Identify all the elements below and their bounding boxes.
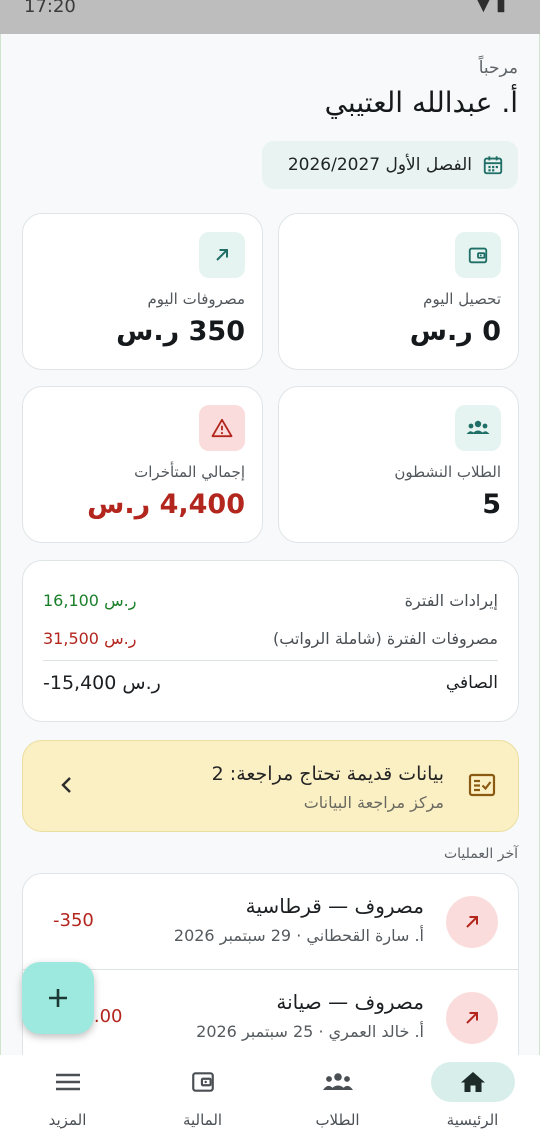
expenses-value: 31,500 ر.س [43,629,137,648]
net-label: الصافي [445,673,498,693]
home-icon [430,1062,515,1102]
net-row: الصافي -15,400 ر.س [43,672,498,694]
alert-title: بيانات قديمة تحتاج مراجعة: 2 [211,763,444,785]
arrow-up-right-icon [199,232,245,278]
transaction-subtitle: أ. سارة القحطاني · 29 سبتمبر 2026 [173,926,424,945]
recent-transactions-list: مصروف — قرطاسية أ. سارة القحطاني · 29 سب… [22,873,519,1073]
nav-item-finance[interactable]: المالية [135,1055,270,1140]
status-time: 17:20 [24,0,76,17]
stat-label: الطلاب النشطون [394,463,501,481]
divider [43,660,498,661]
greeting: مرحباً [478,58,518,78]
wallet-icon [455,232,501,278]
stat-card-total-arrears[interactable]: إجمالي المتأخرات 4,400 ر.س [22,386,263,543]
bottom-navigation: الرئيسية الطلاب المالية المزيد [0,1055,540,1140]
nav-item-home[interactable]: الرئيسية [405,1055,540,1140]
expenses-label: مصروفات الفترة (شاملة الرواتب) [273,629,498,648]
arrow-up-right-icon [446,992,498,1044]
term-chip[interactable]: الفصل الأول 2026/2027 [262,141,518,189]
add-button[interactable] [22,962,94,1034]
revenue-value: 16,100 ر.س [43,591,137,610]
wallet-icon [161,1062,245,1102]
nav-label: المزيد [48,1111,87,1129]
nav-item-students[interactable]: الطلاب [270,1055,405,1140]
term-label: الفصل الأول 2026/2027 [287,155,472,175]
status-bar: 17:20 ▼ ▮ [0,0,540,34]
stat-label: إجمالي المتأخرات [134,463,245,481]
recent-section-title: آخر العمليات [443,846,518,862]
stat-label: تحصيل اليوم [423,290,501,308]
stat-value: 0 ر.س [409,316,501,347]
chevron-left-icon [61,777,71,793]
user-name: أ. عبدالله العتيبي [324,86,518,119]
transaction-amount: -350 [53,910,94,931]
revenue-label: إيرادات الفترة [404,591,498,610]
alert-subtitle: مركز مراجعة البيانات [303,793,444,812]
stat-card-active-students[interactable]: الطلاب النشطون 5 [278,386,519,543]
stat-value: 4,400 ر.س [87,489,245,520]
warning-icon [199,405,245,451]
nav-label: الطلاب [315,1111,360,1129]
nav-label: المالية [182,1111,223,1129]
stat-card-today-collection[interactable]: تحصيل اليوم 0 ر.س [278,213,519,370]
stat-label: مصروفات اليوم [147,290,246,308]
period-summary-card: إيرادات الفترة 16,100 ر.س مصروفات الفترة… [22,560,519,722]
fact-check-icon [468,773,496,797]
revenue-row: إيرادات الفترة 16,100 ر.س [43,591,498,610]
calendar-icon [483,156,503,175]
stat-card-today-expenses[interactable]: مصروفات اليوم 350 ر.س [22,213,263,370]
stale-data-alert[interactable]: بيانات قديمة تحتاج مراجعة: 2 مركز مراجعة… [22,740,519,832]
group-icon [296,1062,380,1102]
arrow-up-right-icon [446,896,498,948]
net-value: -15,400 ر.س [43,672,161,694]
nav-label: الرئيسية [446,1111,499,1129]
transaction-subtitle: أ. خالد العمري · 25 سبتمبر 2026 [196,1022,424,1041]
group-icon [455,405,501,451]
transaction-title: مصروف — قرطاسية [245,894,424,918]
stat-value: 350 ر.س [116,316,245,347]
plus-icon [49,989,67,1007]
status-icons: ▼ ▮ [476,0,506,15]
menu-icon [26,1062,110,1102]
expenses-row: مصروفات الفترة (شاملة الرواتب) 31,500 ر.… [43,629,498,648]
list-item[interactable]: مصروف — صيانة أ. خالد العمري · 25 سبتمبر… [23,970,518,1065]
transaction-title: مصروف — صيانة [276,990,424,1014]
list-item[interactable]: مصروف — قرطاسية أ. سارة القحطاني · 29 سب… [23,874,518,969]
stat-value: 5 [482,489,501,520]
nav-item-more[interactable]: المزيد [0,1055,135,1140]
